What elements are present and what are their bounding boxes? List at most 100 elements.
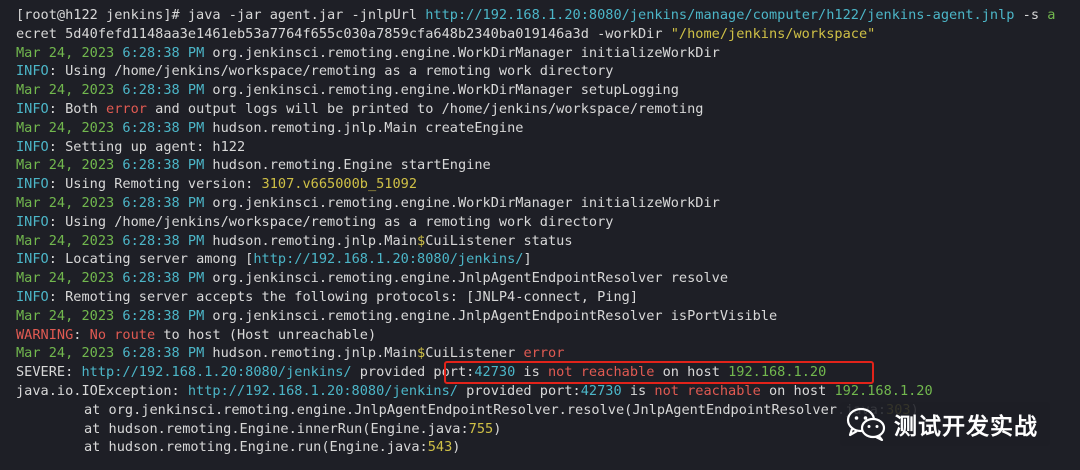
terminal-output[interactable]: [root@h122 jenkins]# java -jar agent.jar… — [0, 0, 1080, 470]
terminal-text-segment: INFO — [16, 63, 49, 80]
terminal-text-segment: Mar 24, 2023 — [16, 307, 123, 324]
terminal-text-segment: 6:28:38 PM — [122, 307, 205, 324]
terminal-text-segment: http://192.168.1.20:8080/jenkins/manage/… — [425, 7, 1015, 23]
terminal-text-segment: org.jenkinsci.remoting.engine.JnlpAgentE… — [204, 270, 729, 287]
terminal-line: [root@h122 jenkins]# java -jar agent.jar… — [16, 6, 1080, 25]
terminal-line: INFO: Using /home/jenkins/workspace/remo… — [16, 62, 1080, 81]
terminal-text-segment: is — [515, 364, 548, 381]
terminal-text-segment: Mar 24, 2023 — [16, 82, 123, 99]
terminal-text-segment: INFO — [16, 213, 49, 230]
terminal-text-segment: ) — [493, 420, 502, 437]
terminal-text-segment: not reachable — [548, 364, 655, 381]
terminal-text-segment: port: — [433, 364, 475, 381]
terminal-line: Mar 24, 2023 6:28:38 PM hudson.remoting.… — [16, 232, 1080, 251]
terminal-text-segment: 755 — [468, 420, 494, 437]
wechat-icon — [846, 407, 886, 441]
terminal-text-segment: hudson.remoting.jnlp.Main — [204, 345, 418, 362]
terminal-text-segment: 6:28:38 PM — [122, 194, 205, 211]
terminal-text-segment: 3107.v665000b_51092 — [261, 176, 418, 193]
terminal-text-segment: : Remoting server accepts the following … — [48, 288, 639, 305]
terminal-text-segment: http://192.168.1.20:8080/jenkins/ — [81, 364, 352, 381]
terminal-line: ecret 5d40fefd1148aa3e1461eb53a7764f655c… — [16, 25, 1080, 44]
terminal-text-segment: on host — [654, 364, 729, 381]
terminal-text-segment: http://192.168.1.20:8080/jenkins/ — [187, 382, 458, 399]
terminal-line: INFO: Remoting server accepts the follow… — [16, 288, 1080, 307]
terminal-text-segment: hudson.remoting.jnlp.Main createEngine — [204, 119, 524, 136]
terminal-line: Mar 24, 2023 6:28:38 PM org.jenkinsci.re… — [16, 307, 1080, 326]
terminal-text-segment: a — [1047, 7, 1056, 23]
terminal-line: Mar 24, 2023 6:28:38 PM org.jenkinsci.re… — [16, 269, 1080, 288]
terminal-text-segment: Mar 24, 2023 — [16, 119, 123, 136]
terminal-text-segment: 192.168.1.20 — [834, 382, 933, 399]
terminal-text-segment: Mar 24, 2023 — [16, 157, 123, 174]
terminal-text-segment: is — [621, 382, 655, 399]
terminal-text-segment: -s — [1014, 7, 1048, 23]
terminal-text-segment: error — [106, 100, 147, 117]
terminal-line: Mar 24, 2023 6:28:38 PM hudson.remoting.… — [16, 156, 1080, 175]
terminal-text-segment: org.jenkinsci.remoting.engine.WorkDirMan… — [204, 44, 720, 61]
terminal-text-segment: org.jenkinsci.remoting.engine.JnlpAgentE… — [204, 307, 778, 324]
terminal-text-segment: 6:28:38 PM — [122, 157, 205, 174]
terminal-line: INFO: Using Remoting version: 3107.v6650… — [16, 175, 1080, 194]
terminal-text-segment: 42730 — [474, 364, 516, 381]
terminal-text-segment: 42730 — [580, 382, 622, 399]
terminal-text-segment: INFO — [16, 251, 49, 268]
terminal-text-segment: : — [65, 364, 82, 381]
terminal-line: INFO: Setting up agent: h122 — [16, 138, 1080, 157]
terminal-text-segment: "/home/jenkins/workspace" — [670, 25, 876, 42]
terminal-text-segment: CuiListener status — [425, 232, 573, 249]
terminal-text-segment: : Setting up agent: h122 — [48, 138, 246, 155]
terminal-text-segment: Mar 24, 2023 — [16, 232, 123, 249]
terminal-text-segment: ecret 5d40fefd1148aa3e1461eb53a7764f655c… — [16, 25, 671, 42]
terminal-line: SEVERE: http://192.168.1.20:8080/jenkins… — [16, 363, 1080, 382]
terminal-text-segment: error — [523, 345, 565, 362]
terminal-text-segment: $ — [417, 232, 426, 249]
terminal-text-segment: 192.168.1.20 — [728, 364, 827, 381]
watermark: 测试开发实战 — [840, 402, 1050, 446]
terminal-line: Mar 24, 2023 6:28:38 PM org.jenkinsci.re… — [16, 194, 1080, 213]
terminal-line: WARNING: No route to host (Host unreacha… — [16, 326, 1080, 345]
terminal-text-segment: 6:28:38 PM — [122, 232, 205, 249]
terminal-text-segment: 543 — [427, 439, 453, 456]
terminal-text-segment: INFO — [16, 138, 49, 155]
terminal-text-segment: Mar 24, 2023 — [16, 345, 123, 362]
terminal-text-segment: 6:28:38 PM — [122, 119, 205, 136]
terminal-text-segment: ) — [452, 439, 461, 456]
terminal-text-segment: : Using Remoting version: — [48, 176, 262, 193]
terminal-text-segment: provided — [351, 364, 434, 381]
terminal-line: Mar 24, 2023 6:28:38 PM org.jenkinsci.re… — [16, 44, 1080, 63]
terminal-text-segment: $ — [417, 345, 426, 362]
terminal-line: INFO: Both error and output logs will be… — [16, 100, 1080, 119]
terminal-text-segment: 6:28:38 PM — [122, 82, 205, 99]
terminal-text-segment: No route — [89, 326, 156, 343]
terminal-text-segment: : — [73, 326, 90, 343]
terminal-text-segment: at org.jenkinsci.remoting.engine.JnlpAge… — [84, 401, 887, 418]
terminal-line: INFO: Locating server among [http://192.… — [16, 250, 1080, 269]
terminal-text-segment: hudson.remoting.jnlp.Main — [204, 232, 418, 249]
watermark-text: 测试开发实战 — [894, 414, 1038, 440]
terminal-line: Mar 24, 2023 6:28:38 PM hudson.remoting.… — [16, 119, 1080, 138]
terminal-text-segment: not reachable — [654, 382, 761, 399]
terminal-text-segment: : Using /home/jenkins/workspace/remoting… — [48, 213, 614, 230]
terminal-text-segment: org.jenkinsci.remoting.engine.WorkDirMan… — [204, 194, 720, 211]
terminal-text-segment: 6:28:38 PM — [122, 270, 205, 287]
terminal-line: INFO: Using /home/jenkins/workspace/remo… — [16, 213, 1080, 232]
terminal-text-segment: on host — [760, 382, 835, 399]
terminal-text-segment: to host (Host unreachable) — [155, 326, 377, 343]
terminal-text-segment: hudson.remoting.Engine startEngine — [204, 157, 491, 174]
terminal-text-segment: WARNING — [16, 326, 74, 343]
terminal-text-segment: Mar 24, 2023 — [16, 44, 123, 61]
terminal-text-segment: INFO — [16, 288, 49, 305]
terminal-text-segment: at hudson.remoting.Engine.innerRun(Engin… — [84, 420, 469, 437]
terminal-text-segment: ] — [523, 251, 532, 268]
terminal-line: Mar 24, 2023 6:28:38 PM org.jenkinsci.re… — [16, 81, 1080, 100]
terminal-text-segment: provided port: — [457, 382, 581, 399]
terminal-text-segment: at hudson.remoting.Engine.run(Engine.jav… — [84, 439, 428, 456]
terminal-text-segment: java.io.IOException: — [16, 382, 188, 399]
terminal-text-segment: : Using /home/jenkins/workspace/remoting… — [48, 63, 614, 80]
terminal-text-segment: INFO — [16, 176, 49, 193]
terminal-line: java.io.IOException: http://192.168.1.20… — [16, 382, 1080, 401]
terminal-line: Mar 24, 2023 6:28:38 PM hudson.remoting.… — [16, 344, 1080, 363]
terminal-text-segment: CuiListener — [425, 345, 524, 362]
terminal-text-segment: : Locating server among [ — [48, 251, 254, 268]
